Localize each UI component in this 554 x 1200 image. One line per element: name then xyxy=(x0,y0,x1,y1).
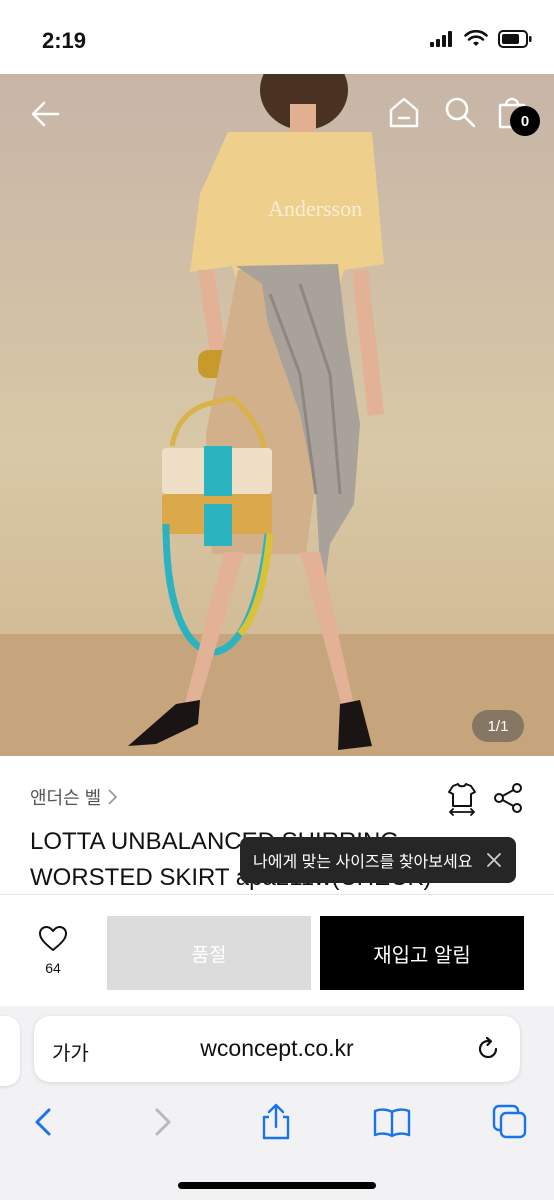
chevron-right-icon xyxy=(108,789,118,805)
restock-alert-button[interactable]: 재입고 알림 xyxy=(320,916,524,990)
battery-icon xyxy=(498,30,532,48)
status-time: 2:19 xyxy=(42,28,87,53)
url-text[interactable]: wconcept.co.kr xyxy=(34,1035,520,1062)
home-indicator xyxy=(178,1182,376,1189)
share-icon[interactable] xyxy=(490,780,526,816)
search-icon[interactable] xyxy=(442,94,478,130)
hero-nav: 0 xyxy=(0,74,554,154)
previous-tab-edge[interactable] xyxy=(0,1016,20,1086)
size-guide-icon[interactable] xyxy=(444,780,480,816)
product-photo: Andersson xyxy=(0,74,554,756)
safari-toolbar xyxy=(0,1098,554,1148)
status-bar: 2:19 xyxy=(0,0,554,74)
like-count: 64 xyxy=(45,960,61,976)
purchase-bar: 64 품절 재입고 알림 xyxy=(0,894,554,1006)
reload-icon[interactable] xyxy=(474,1035,502,1063)
image-page-indicator: 1/1 xyxy=(472,710,524,742)
address-bar[interactable]: 가가 wconcept.co.kr xyxy=(34,1016,520,1082)
wifi-icon xyxy=(464,30,488,46)
close-icon[interactable] xyxy=(484,850,504,870)
safari-forward-icon[interactable] xyxy=(142,1102,182,1142)
home-icon[interactable] xyxy=(386,94,422,130)
bookmarks-icon[interactable] xyxy=(372,1102,412,1142)
soldout-button: 품절 xyxy=(107,916,311,990)
brand-name: 앤더슨 벨 xyxy=(30,788,102,808)
status-icons xyxy=(430,30,532,48)
like-button[interactable]: 64 xyxy=(24,925,82,983)
product-image[interactable]: Andersson 0 1/1 xyxy=(0,74,554,756)
brand-link[interactable]: 앤더슨 벨 xyxy=(30,784,119,810)
tabs-icon[interactable] xyxy=(490,1102,530,1142)
cellular-signal-icon xyxy=(430,31,452,47)
cart-count-badge: 0 xyxy=(510,106,540,136)
tshirt-print: Andersson xyxy=(268,196,362,221)
size-tooltip-text: 나에게 맞는 사이즈를 찾아보세요 xyxy=(253,854,473,871)
share-sheet-icon[interactable] xyxy=(256,1102,296,1142)
back-arrow-icon[interactable] xyxy=(28,96,64,132)
heart-icon xyxy=(39,926,67,951)
size-tooltip[interactable]: 나에게 맞는 사이즈를 찾아보세요 xyxy=(240,837,516,883)
safari-bottom-bar: 가가 wconcept.co.kr xyxy=(0,1006,554,1200)
safari-back-icon[interactable] xyxy=(24,1102,64,1142)
